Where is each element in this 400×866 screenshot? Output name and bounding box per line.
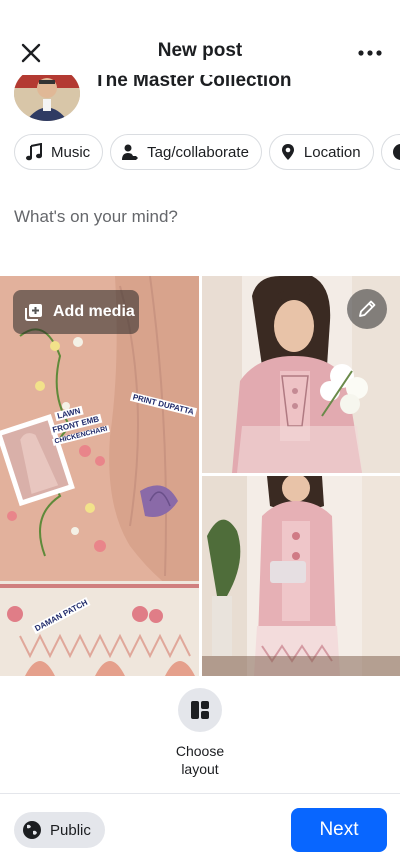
more-options-button[interactable] [354,38,386,68]
tag-collaborate-chip[interactable]: Tag/collaborate [110,134,262,170]
layout-grid-icon [191,701,209,719]
globe-icon [23,821,41,839]
page-title: New post [157,40,243,61]
music-chip[interactable]: Music [14,134,104,170]
tag-people-icon [122,144,139,160]
footer-divider [0,793,400,794]
audience-selector[interactable]: Public [14,812,105,848]
music-note-icon [26,143,42,161]
choose-layout-label-line1: Choose [175,743,225,759]
add-media-button[interactable]: Add media [13,290,139,334]
fabric-image [0,276,199,676]
tag-chip-label: Tag/collaborate [147,143,249,161]
pencil-icon [359,300,376,317]
more-chip-icon [392,144,400,160]
media-tile-model-2[interactable] [202,476,400,676]
location-chip-label: Location [303,143,361,161]
media-collage: LAWN FRONT EMB CHICKENCHARI PRINT DUPATT… [0,276,400,676]
location-chip[interactable]: Location [268,134,374,170]
music-chip-label: Music [51,143,91,161]
audience-label: Public [50,821,91,839]
top-bar: New post [0,0,400,75]
choose-layout-button[interactable]: Choose layout [150,688,250,778]
location-pin-icon [281,144,294,160]
post-option-chips: Music Tag/collaborate Location [0,134,400,172]
add-media-label: Add media [53,303,135,320]
more-chip[interactable] [380,134,400,170]
add-photo-icon [25,304,42,321]
layout-icon-wrap [178,688,222,732]
post-text-input[interactable]: What's on your mind? [14,207,178,227]
edit-media-button[interactable] [347,289,387,329]
media-tile-fabric[interactable]: LAWN FRONT EMB CHICKENCHARI PRINT DUPATT… [0,276,199,676]
model-photo-2 [202,476,400,676]
more-dots-icon [358,50,382,56]
next-button[interactable]: Next [291,808,387,852]
choose-layout-label-line2: layout [181,761,219,777]
